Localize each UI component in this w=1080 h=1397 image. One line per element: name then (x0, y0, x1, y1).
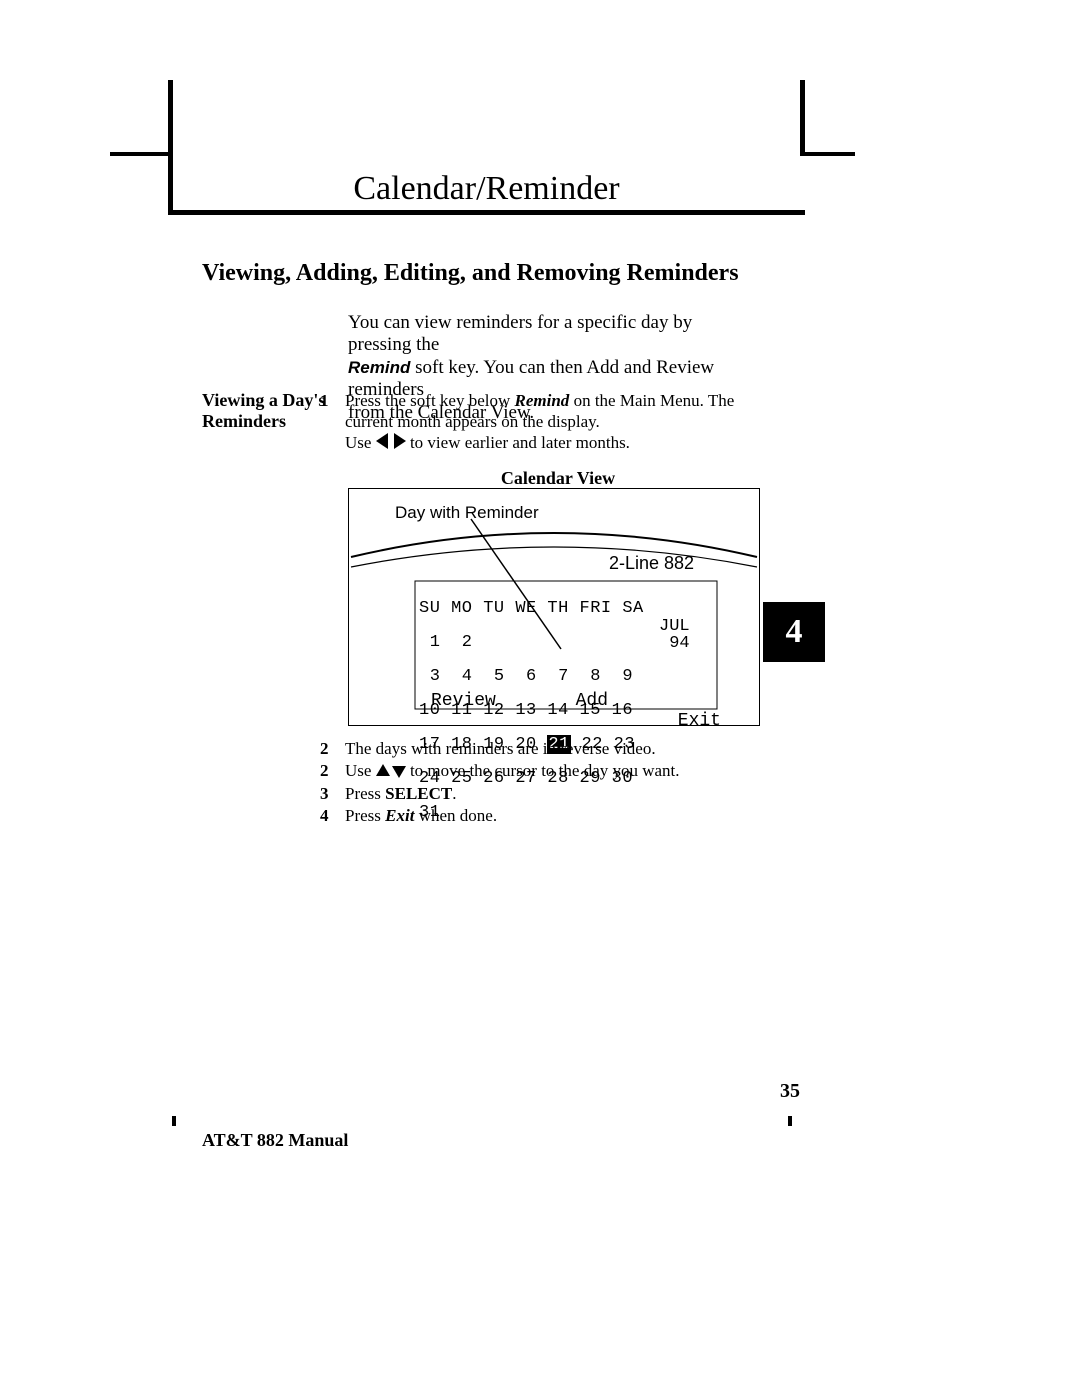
exit-softkey-ref: Exit (385, 806, 414, 825)
header-rule (168, 210, 805, 215)
callout-label: Day with Reminder (395, 503, 539, 523)
lcd-softkeys: Review Add Exit (431, 691, 721, 731)
remind-ref: Remind (515, 391, 570, 410)
manual-page: { "header": { "title": "Calendar/Reminde… (0, 0, 1080, 1397)
step-number: 1 (320, 390, 329, 411)
step-number: 3 (320, 783, 329, 804)
page-header-title: Calendar/Reminder (168, 170, 805, 208)
crop-tick (172, 1116, 176, 1126)
crop-mark (110, 152, 168, 156)
calendar-view-diagram: Day with Reminder 2-Line 882 SU MO TU WE… (348, 488, 760, 726)
step-number: 4 (320, 805, 329, 826)
step-4: 4 Press Exit when done. (345, 805, 765, 826)
softkey-add: Add (542, 691, 642, 711)
lcd-row: 3 4 5 6 7 8 9 (419, 668, 714, 685)
calendar-view-label: Calendar View (348, 468, 768, 489)
step-2b: 2 Use to move the cursor to the day you … (345, 760, 765, 783)
footer-manual-title: AT&T 882 Manual (202, 1130, 348, 1151)
crop-tick (788, 1116, 792, 1126)
step-number: 2 (320, 738, 329, 759)
device-model-label: 2-Line 882 (609, 553, 694, 574)
left-right-arrows-icon (376, 433, 406, 454)
up-down-arrows-icon (376, 762, 406, 783)
step-1: 1 Press the soft key below Remind on the… (345, 390, 765, 433)
crop-mark (800, 80, 805, 156)
use-arrows-line: Use to view earlier and later months. (345, 432, 765, 455)
softkey-review: Review (431, 691, 531, 711)
remind-softkey-name: Remind (348, 358, 410, 377)
step-3: 3 Press SELECT. (345, 783, 765, 804)
intro-line1: You can view reminders for a specific da… (348, 312, 692, 355)
select-key: SELECT (385, 784, 452, 803)
section-title: Viewing, Adding, Editing, and Removing R… (202, 260, 739, 287)
softkey-exit: Exit (641, 711, 721, 731)
lcd-month-year: JUL 94 (659, 601, 690, 652)
page-number: 35 (780, 1080, 800, 1103)
step-number: 2 (320, 760, 329, 781)
chapter-tab: 4 (763, 602, 825, 662)
step-2a: 2 The days with reminders are in reverse… (345, 738, 765, 759)
crop-mark (805, 152, 855, 156)
